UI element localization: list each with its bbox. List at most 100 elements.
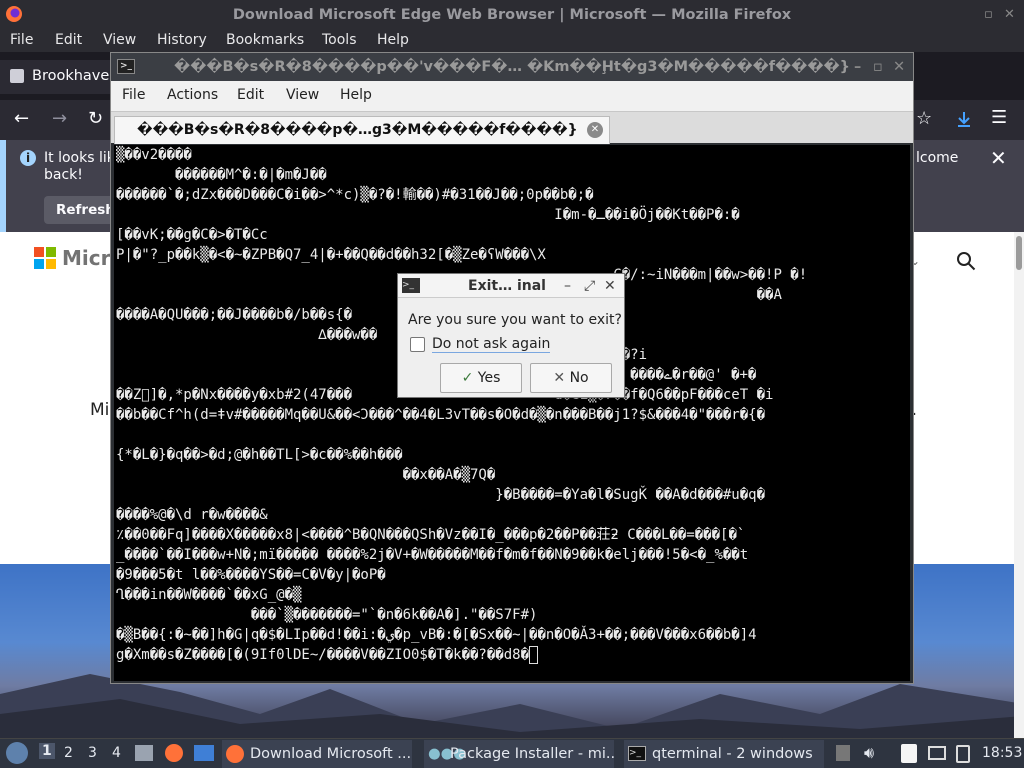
no-button[interactable]: ✕ No: [530, 363, 612, 393]
taskbar: 1 2 3 4 Download Microsoft ... ●●● Packa…: [0, 738, 1024, 768]
x-icon: ✕: [553, 370, 570, 386]
firefox-title-bar[interactable]: Download Microsoft Edge Web Browser | Mi…: [0, 0, 1024, 30]
refresh-button-label: Refresh: [56, 202, 115, 218]
back-icon[interactable]: ←: [14, 108, 29, 129]
scrollbar-thumb[interactable]: [1016, 236, 1022, 270]
battery-icon[interactable]: [956, 745, 970, 763]
workspace-3[interactable]: 3: [88, 745, 97, 761]
terminal-menu-actions[interactable]: Actions: [167, 87, 218, 103]
menu-view[interactable]: View: [103, 32, 136, 48]
terminal-maximize-icon[interactable]: ▫: [873, 53, 883, 81]
tray-scroll-icon[interactable]: [836, 745, 850, 761]
dialog-minimize-icon[interactable]: –: [564, 274, 571, 298]
terminal-line: �▒B��{:�~��]h�G|q�$�LIp��d!��i:�ي�p_vB�:…: [116, 627, 757, 643]
task-package-installer[interactable]: ●●● Package Installer - mi...: [424, 740, 614, 768]
page-body-text-left: Mi: [90, 400, 110, 420]
terminal-line: Ղ���in��W����`��xG_@�▒: [116, 587, 302, 603]
terminal-app-icon: >_: [117, 59, 135, 74]
terminal-menu-edit[interactable]: Edit: [237, 87, 264, 103]
search-icon[interactable]: [956, 251, 976, 271]
workspace-1[interactable]: 1: [39, 743, 55, 759]
task-firefox[interactable]: Download Microsoft ...: [222, 740, 412, 768]
tab-label: Brookhaven: [32, 68, 119, 84]
exit-confirm-dialog: >_ Exit… inal – ⤢ ✕ Are you sure you wan…: [397, 273, 625, 398]
terminal-line: {*�L�}�q��>�d;@�h��TL[>�c��%��h���: [116, 447, 403, 463]
yes-button[interactable]: ✓ Yes: [440, 363, 522, 393]
terminal-close-icon[interactable]: ✕: [893, 53, 905, 81]
show-desktop-icon[interactable]: [194, 745, 214, 761]
menu-file[interactable]: File: [10, 32, 33, 48]
firefox-logo-icon: [6, 6, 22, 22]
task-qterminal[interactable]: >_ qterminal - 2 windows: [624, 740, 824, 768]
terminal-line: ��b��Cf^h(d=ǂv#�����Mq��U&��<Ͻ���^��4�L3…: [116, 407, 766, 423]
terminal-menu-view[interactable]: View: [286, 87, 319, 103]
reload-icon[interactable]: ↻: [88, 108, 103, 129]
download-icon[interactable]: [955, 110, 973, 128]
workspace-2[interactable]: 2: [64, 745, 73, 761]
firefox-menu-bar: File Edit View History Bookmarks Tools H…: [0, 30, 1024, 52]
start-menu-icon[interactable]: [6, 742, 28, 764]
terminal-line: ��x��A�▒7Q�: [116, 467, 496, 483]
workspace-4[interactable]: 4: [112, 745, 121, 761]
task-terminal-icon: >_: [628, 746, 646, 761]
task-package-label: Package Installer - mi...: [450, 746, 614, 762]
volume-icon[interactable]: 🔊︎: [864, 743, 874, 763]
info-text: It looks lik: [44, 150, 115, 166]
tab-brookhaven[interactable]: Brookhaven: [0, 60, 119, 94]
terminal-line: ٪��0��Fq]����X�����x8|<����^B�QN���QSh�V…: [116, 527, 746, 543]
terminal-tab-close-icon[interactable]: ✕: [587, 122, 603, 138]
terminal-tab[interactable]: ���B�s�R�8����p�…g3�M�����f����} ✕: [114, 116, 610, 144]
terminal-menu-help[interactable]: Help: [340, 87, 372, 103]
menu-tools[interactable]: Tools: [322, 32, 357, 48]
firefox-window-title: Download Microsoft Edge Web Browser | Mi…: [232, 7, 792, 23]
clipboard-icon[interactable]: [901, 744, 917, 763]
minimize-icon[interactable]: ▫: [984, 0, 993, 30]
terminal-line: g�Xm��s�Z����[�(9If0lDE~/����V��ZIO0$�T�…: [116, 647, 530, 663]
file-manager-icon[interactable]: [135, 745, 153, 761]
menu-bookmarks[interactable]: Bookmarks: [226, 32, 304, 48]
info-close-icon[interactable]: ✕: [990, 146, 1007, 170]
info-accent-strip: [0, 140, 6, 232]
terminal-tab-label: ���B�s�R�8����p�…g3�M�����f����}: [137, 122, 578, 138]
terminal-output-area[interactable]: ▒��v2���� ������M^�:�|�m�J�� ������`�;dZx…: [114, 145, 910, 681]
terminal-menu-file[interactable]: File: [122, 87, 145, 103]
terminal-line: I�m-�ـ��i�Öj��Kt��P�:�: [116, 207, 740, 223]
terminal-title-bar[interactable]: >_ ���B�s�R�8����p��'v���F�… �Km��Ḩt�g3�…: [111, 53, 913, 81]
page-scrollbar[interactable]: [1014, 232, 1024, 738]
terminal-line: ����%@�\d r�w����&: [116, 507, 268, 523]
menu-history[interactable]: History: [157, 32, 207, 48]
info-text-end: lcome: [916, 150, 959, 166]
terminal-line: ���`▒�������="`�n�6k��A�]."��S7F#): [116, 607, 538, 623]
task-qterminal-label: qterminal - 2 windows: [652, 746, 813, 762]
task-firefox-icon: [226, 745, 244, 763]
terminal-minimize-icon[interactable]: –: [854, 53, 861, 81]
dialog-title: Exit… inal: [468, 278, 546, 294]
terminal-line: _����`��I���w+N�;mï����� ����%2j�V+�W���…: [116, 547, 749, 563]
task-firefox-label: Download Microsoft ...: [250, 746, 412, 762]
close-icon[interactable]: ✕: [1004, 0, 1015, 30]
clock[interactable]: 18:53: [982, 745, 1022, 761]
terminal-line: ������M^�:�|�m�J��: [116, 167, 327, 183]
dialog-maximize-icon[interactable]: ⤢: [584, 274, 595, 298]
do-not-ask-label[interactable]: Do not ask again: [432, 336, 551, 353]
no-button-label: No: [569, 370, 589, 386]
hamburger-menu-icon[interactable]: ☰: [991, 107, 1007, 128]
dialog-app-icon: >_: [402, 278, 420, 293]
dialog-title-bar[interactable]: >_ Exit… inal – ⤢ ✕: [398, 274, 624, 298]
network-icon[interactable]: [928, 746, 946, 760]
check-icon: ✓: [461, 370, 478, 386]
do-not-ask-checkbox[interactable]: [410, 337, 425, 352]
terminal-window-title: ���B�s�R�8����p��'v���F�… �Km��Ḩt�g3�M��…: [174, 59, 850, 75]
menu-edit[interactable]: Edit: [55, 32, 82, 48]
forward-icon[interactable]: →: [52, 108, 67, 129]
refresh-button[interactable]: Refresh: [44, 196, 115, 224]
dialog-question: Are you sure you want to exit?: [408, 312, 622, 328]
firefox-launcher-icon[interactable]: [165, 744, 183, 762]
yes-button-label: Yes: [477, 370, 501, 386]
menu-help[interactable]: Help: [377, 32, 409, 48]
terminal-line: ▒��v2����: [116, 147, 192, 163]
terminal-menu-bar: File Actions Edit View Help: [111, 81, 913, 111]
bookmark-star-icon[interactable]: ☆: [916, 108, 932, 129]
dialog-close-icon[interactable]: ✕: [604, 274, 616, 298]
